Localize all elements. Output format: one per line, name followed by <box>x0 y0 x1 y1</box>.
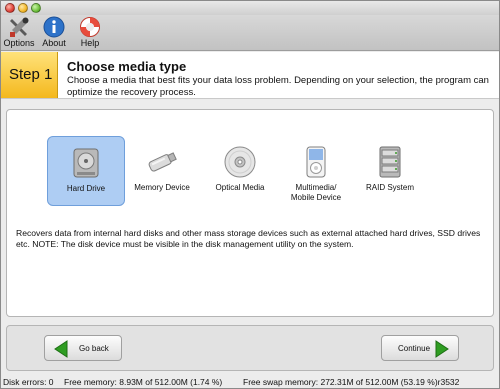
media-label: Multimedia/ Mobile Device <box>290 183 342 202</box>
usb-stick-icon <box>148 152 177 172</box>
step-label: Step 1 <box>9 66 53 83</box>
media-multimedia-mobile[interactable]: Multimedia/ Mobile Device <box>277 136 355 206</box>
wizard-footer: Go back Continue <box>6 325 494 371</box>
arrow-left-icon <box>54 340 68 358</box>
app-window: Options About Help Step 1 Choose media t… <box>0 0 500 389</box>
close-window-button[interactable] <box>5 3 15 13</box>
raid-icon <box>379 146 401 178</box>
page-title: Choose media type <box>67 59 187 74</box>
step-badge: Step 1 <box>1 52 58 98</box>
media-player-icon <box>306 146 326 178</box>
go-back-button[interactable]: Go back <box>44 335 122 361</box>
arrow-right-icon <box>435 340 449 358</box>
media-selection-panel: Hard Drive Memory Device Optical Media M… <box>6 109 494 317</box>
free-memory-status: Free memory: 8.93M of 512.00M (1.74 %) <box>64 377 223 387</box>
media-label: Hard Drive <box>66 184 106 193</box>
lifebuoy-icon <box>80 17 100 37</box>
free-swap-status: Free swap memory: 272.31M of 512.00M (53… <box>243 377 460 387</box>
tools-icon <box>10 17 29 37</box>
media-memory-device[interactable]: Memory Device <box>123 136 201 206</box>
page-description: Choose a media that best fits your data … <box>67 75 489 98</box>
media-description: Recovers data from internal hard disks a… <box>16 228 481 249</box>
hard-drive-icon <box>73 148 99 178</box>
wizard-header: Step 1 Choose media type Choose a media … <box>1 52 499 99</box>
go-back-label: Go back <box>79 344 109 353</box>
title-bar <box>1 1 499 15</box>
status-bar: Disk errors: 0 Free memory: 8.93M of 512… <box>1 377 499 389</box>
media-label: Optical Media <box>215 183 265 192</box>
media-optical-media[interactable]: Optical Media <box>201 136 279 206</box>
continue-button[interactable]: Continue <box>381 335 459 361</box>
info-icon <box>43 16 65 38</box>
disk-errors-status: Disk errors: 0 <box>3 377 54 387</box>
about-label: About <box>42 38 66 48</box>
media-raid-system[interactable]: RAID System <box>351 136 429 206</box>
minimize-window-button[interactable] <box>18 3 28 13</box>
continue-label: Continue <box>398 344 431 353</box>
media-hard-drive[interactable]: Hard Drive <box>47 136 125 206</box>
media-label: RAID System <box>365 183 414 192</box>
media-label: Memory Device <box>134 183 190 192</box>
optical-disc-icon <box>224 146 256 178</box>
help-label: Help <box>80 38 100 48</box>
zoom-window-button[interactable] <box>31 3 41 13</box>
about-button[interactable]: About <box>39 16 69 50</box>
options-label: Options <box>3 38 35 48</box>
help-button[interactable]: Help <box>77 16 103 50</box>
toolbar: Options About Help <box>1 15 499 51</box>
options-button[interactable]: Options <box>3 16 35 50</box>
